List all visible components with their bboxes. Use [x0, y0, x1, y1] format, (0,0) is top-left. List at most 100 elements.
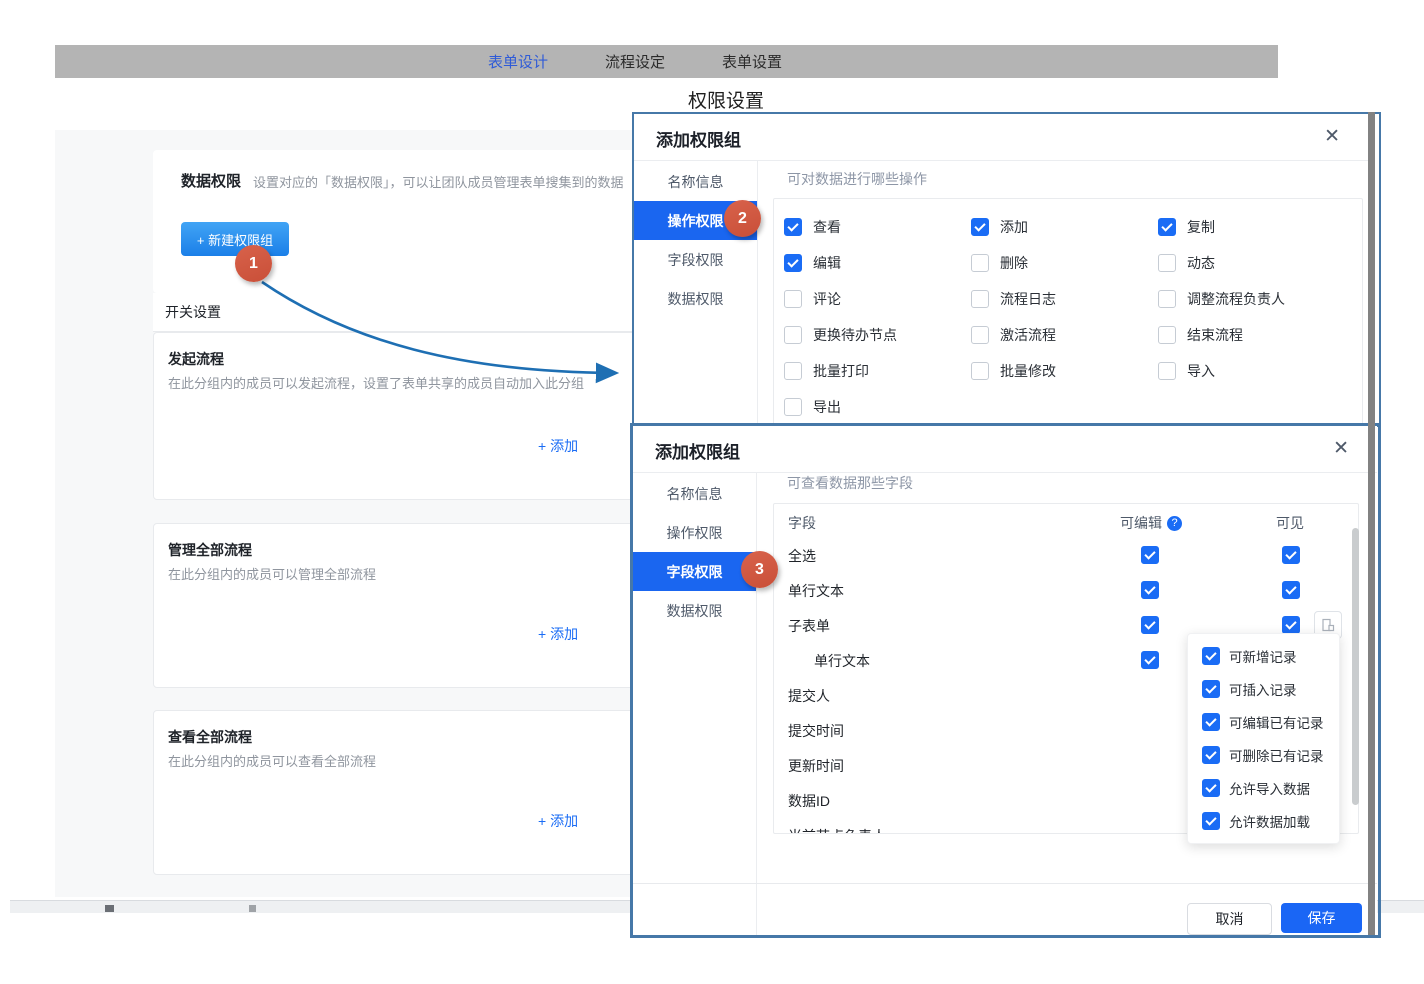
save-button[interactable]: 保存: [1281, 903, 1362, 933]
operation-label: 评论: [813, 289, 841, 309]
dialog-sidebar: 名称信息 操作权限 字段权限 数据权限: [633, 472, 757, 935]
editable-checkbox[interactable]: [1141, 581, 1159, 599]
group-title: 查看全部流程: [168, 727, 252, 747]
operation-option: 导入: [1158, 361, 1362, 381]
cancel-button[interactable]: 取消: [1187, 903, 1272, 935]
toolbar-mark-icon: [105, 905, 114, 912]
new-permission-group-button[interactable]: + 新建权限组: [181, 222, 289, 256]
dialog-title: 添加权限组: [655, 438, 740, 463]
operations-section-title: 可对数据进行哪些操作: [787, 169, 927, 189]
help-icon[interactable]: ?: [1167, 516, 1182, 531]
tab-flow-setting[interactable]: 流程设定: [605, 51, 665, 72]
popup-option-label: 可编辑已有记录: [1229, 712, 1324, 732]
table-scrollbar-thumb[interactable]: [1352, 528, 1359, 805]
add-member-link[interactable]: + 添加: [538, 811, 584, 831]
popup-option[interactable]: 可插入记录: [1188, 679, 1339, 699]
fields-table-header: 字段 可编辑 ? 可见: [774, 504, 1358, 537]
sidebar-item-data-permission[interactable]: 数据权限: [633, 591, 756, 630]
popup-option[interactable]: 允许数据加载: [1188, 811, 1339, 831]
popup-option-label: 允许数据加载: [1229, 811, 1310, 831]
data-permission-desc: 设置对应的「数据权限」，可以让团队成员管理表单搜集到的数据: [253, 172, 624, 191]
dialog-title: 添加权限组: [656, 126, 741, 151]
group-desc: 在此分组内的成员可以管理全部流程: [168, 564, 376, 583]
checkbox[interactable]: [1158, 326, 1176, 344]
sidebar-item-data-permission[interactable]: 数据权限: [634, 279, 757, 318]
popup-option[interactable]: 可新增记录: [1188, 646, 1339, 666]
operations-box: 查看 添加 复制 编辑 删除 动态 评论 流程日志 调整流程负责人 更换待办节点…: [773, 198, 1363, 432]
field-label: 更新时间: [788, 756, 844, 776]
sidebar-item-name-info[interactable]: 名称信息: [633, 474, 756, 513]
tab-form-design[interactable]: 表单设计: [488, 51, 548, 72]
checkbox[interactable]: [784, 326, 802, 344]
operation-label: 批量打印: [813, 361, 869, 381]
sidebar-item-field-permission[interactable]: 字段权限: [633, 552, 756, 591]
operation-label: 添加: [1000, 217, 1028, 237]
operation-option: 导出: [784, 397, 971, 417]
popup-option-label: 可插入记录: [1229, 679, 1297, 699]
field-label: 提交时间: [788, 721, 844, 741]
operation-option: 删除: [971, 253, 1158, 273]
annotation-badge-2: 2: [724, 200, 761, 237]
visible-checkbox[interactable]: [1282, 546, 1300, 564]
operation-label: 导入: [1187, 361, 1215, 381]
add-member-link[interactable]: + 添加: [538, 624, 584, 644]
popup-option[interactable]: 可删除已有记录: [1188, 745, 1339, 765]
checkbox[interactable]: [971, 254, 989, 272]
operation-label: 查看: [813, 217, 841, 237]
checkbox[interactable]: [784, 254, 802, 272]
checkbox[interactable]: [1202, 713, 1220, 731]
field-row-select-all: 全选: [774, 537, 1358, 572]
operation-label: 编辑: [813, 253, 841, 273]
checkbox[interactable]: [971, 290, 989, 308]
checkbox[interactable]: [784, 362, 802, 380]
annotation-badge-3: 3: [741, 551, 778, 588]
checkbox[interactable]: [784, 398, 802, 416]
sidebar-item-operation-permission[interactable]: 操作权限: [633, 513, 756, 552]
dialog-add-permission-group-operations: 添加权限组 ✕ 名称信息 操作权限 字段权限 数据权限 可对数据进行哪些操作 查…: [634, 114, 1368, 425]
tab-form-setting[interactable]: 表单设置: [722, 51, 782, 72]
operation-option: 动态: [1158, 253, 1362, 273]
operation-label: 更换待办节点: [813, 325, 897, 345]
checkbox[interactable]: [784, 218, 802, 236]
checkbox[interactable]: [971, 326, 989, 344]
visible-checkbox[interactable]: [1282, 581, 1300, 599]
operation-option: 激活流程: [971, 325, 1158, 345]
editable-checkbox[interactable]: [1141, 651, 1159, 669]
operation-label: 流程日志: [1000, 289, 1056, 309]
group-title: 发起流程: [168, 349, 224, 369]
operation-label: 调整流程负责人: [1187, 289, 1285, 309]
popup-option[interactable]: 可编辑已有记录: [1188, 712, 1339, 732]
editable-checkbox[interactable]: [1141, 616, 1159, 634]
group-desc: 在此分组内的成员可以查看全部流程: [168, 751, 376, 770]
checkbox[interactable]: [971, 218, 989, 236]
checkbox[interactable]: [1202, 647, 1220, 665]
close-icon[interactable]: ✕: [1333, 437, 1349, 460]
checkbox[interactable]: [1202, 812, 1220, 830]
checkbox[interactable]: [1202, 746, 1220, 764]
operation-option: 复制: [1158, 217, 1362, 237]
group-title: 管理全部流程: [168, 540, 252, 560]
column-field: 字段: [788, 513, 816, 533]
fields-section-title: 可查看数据那些字段: [787, 473, 913, 493]
group-desc: 在此分组内的成员可以发起流程，设置了表单共享的成员自动加入此分组: [168, 373, 584, 392]
operation-label: 删除: [1000, 253, 1028, 273]
sidebar-item-name-info[interactable]: 名称信息: [634, 162, 757, 201]
checkbox[interactable]: [1202, 680, 1220, 698]
operation-option: 添加: [971, 217, 1158, 237]
sidebar-item-field-permission[interactable]: 字段权限: [634, 240, 757, 279]
page-scrollbar[interactable]: [1368, 112, 1375, 935]
add-member-link[interactable]: + 添加: [538, 436, 584, 456]
editable-checkbox[interactable]: [1141, 546, 1159, 564]
close-icon[interactable]: ✕: [1324, 125, 1340, 148]
checkbox[interactable]: [1202, 779, 1220, 797]
checkbox[interactable]: [1158, 218, 1176, 236]
operation-option: 查看: [784, 217, 971, 237]
popup-option[interactable]: 允许导入数据: [1188, 778, 1339, 798]
checkbox[interactable]: [1158, 290, 1176, 308]
field-label: 全选: [788, 546, 816, 566]
checkbox[interactable]: [1158, 362, 1176, 380]
visible-checkbox[interactable]: [1282, 616, 1300, 634]
checkbox[interactable]: [784, 290, 802, 308]
checkbox[interactable]: [1158, 254, 1176, 272]
checkbox[interactable]: [971, 362, 989, 380]
